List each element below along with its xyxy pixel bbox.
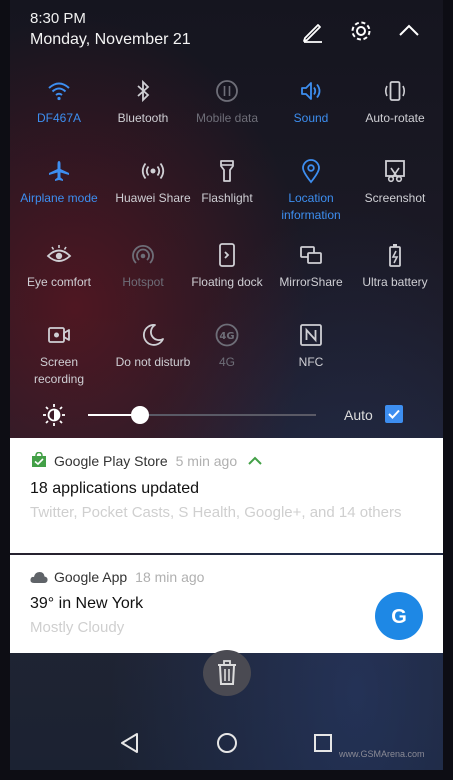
screenshot-icon	[385, 160, 405, 183]
notification-shade: 8:30 PM Monday, November 21 DF467A Bluet…	[10, 0, 443, 770]
brightness-slider[interactable]	[88, 406, 316, 424]
location-icon	[302, 159, 320, 184]
home-icon[interactable]	[216, 732, 238, 754]
auto-brightness-checkbox[interactable]	[385, 405, 403, 423]
eye-icon	[46, 245, 72, 262]
mobile-data-icon	[216, 80, 238, 102]
notification-app-name: Google Play Store	[54, 453, 168, 469]
tile-label: Location information	[281, 191, 341, 222]
google-g-label: G	[391, 606, 407, 628]
tile-label: Hotspot	[122, 275, 164, 289]
back-icon[interactable]	[119, 732, 141, 754]
tile-label: Bluetooth	[117, 111, 169, 125]
expand-up-icon[interactable]	[247, 456, 263, 466]
auto-brightness-label: Auto	[344, 407, 373, 423]
hotspot-icon	[132, 244, 154, 264]
tile-wifi[interactable]: DF467A	[14, 78, 104, 127]
tile-location[interactable]: Location information	[266, 158, 356, 224]
tile-label: Floating dock	[191, 275, 263, 289]
brightness-icon	[43, 404, 65, 426]
settings-icon[interactable]	[348, 18, 374, 44]
moon-icon	[143, 324, 164, 346]
tile-auto-rotate[interactable]: Auto-rotate	[350, 78, 440, 127]
tile-label: 4G	[218, 355, 235, 369]
cloud-icon	[30, 572, 48, 583]
tile-label: Ultra battery	[362, 275, 428, 289]
play-store-icon	[32, 451, 46, 467]
huawei-share-icon	[141, 162, 165, 180]
notification-google-app[interactable]: Google App 18 min ago 39° in New York Mos…	[10, 555, 443, 653]
svg-text:4G: 4G	[219, 331, 234, 342]
date: Monday, November 21	[30, 31, 191, 48]
recents-icon[interactable]	[313, 733, 333, 753]
nfc-icon	[300, 324, 322, 346]
notification-text: Mostly Cloudy	[30, 619, 125, 636]
tile-floating-dock[interactable]: Floating dock	[182, 242, 272, 291]
tile-nfc[interactable]: NFC	[266, 322, 356, 371]
notification-title: 18 applications updated	[30, 480, 200, 497]
battery-icon	[389, 244, 401, 267]
tile-airplane-mode[interactable]: Airplane mode	[14, 158, 104, 207]
clock: 8:30 PM	[30, 10, 86, 27]
tile-bluetooth[interactable]: Bluetooth	[98, 78, 188, 127]
tile-flashlight[interactable]: Flashlight	[182, 158, 272, 207]
4g-icon: 4G	[215, 323, 239, 347]
notification-text: Twitter, Pocket Casts, S Health, Google+…	[30, 504, 402, 521]
floating-dock-icon	[219, 243, 235, 267]
tile-label: DF467A	[36, 111, 82, 125]
notification-play-store[interactable]: Google Play Store 5 min ago 18 applicatio…	[10, 438, 443, 553]
google-g-icon: G	[391, 606, 407, 628]
tile-label: Airplane mode	[20, 191, 98, 205]
notification-title: 39° in New York	[30, 595, 144, 612]
tile-label: Auto-rotate	[365, 111, 425, 125]
check-icon	[388, 409, 400, 419]
screen-recording-icon	[48, 327, 70, 343]
tile-screen-recording[interactable]: Screen recording	[14, 322, 104, 388]
notification-header: Google Play Store 5 min ago	[30, 451, 263, 469]
flashlight-icon	[220, 160, 234, 182]
tile-mirrorshare[interactable]: MirrorShare	[266, 242, 356, 291]
sound-icon	[301, 82, 321, 100]
tile-label: Eye comfort	[26, 275, 92, 289]
tile-4g[interactable]: 4G 4G	[182, 322, 272, 371]
tile-label: Mobile data	[195, 111, 259, 125]
collapse-icon[interactable]	[396, 18, 422, 44]
notification-time: 5 min ago	[175, 453, 238, 469]
tile-label: Sound	[293, 111, 329, 125]
brightness-row: Auto	[10, 395, 443, 435]
clear-all-button[interactable]	[203, 650, 251, 696]
airplane-icon	[49, 161, 69, 181]
watermark: www.GSMArena.com	[339, 749, 425, 759]
tile-eye-comfort[interactable]: Eye comfort	[14, 242, 104, 291]
bluetooth-icon	[137, 79, 150, 103]
tile-label: Screen recording	[33, 355, 85, 386]
google-search-button[interactable]: G	[375, 592, 423, 640]
brightness-knob[interactable]	[131, 406, 150, 424]
notification-app-name: Google App	[54, 569, 128, 585]
status-header: 8:30 PM Monday, November 21	[30, 10, 191, 49]
notification-header: Google App 18 min ago	[30, 569, 204, 585]
wifi-icon	[48, 82, 70, 101]
trash-icon	[218, 660, 236, 685]
navigation-bar	[10, 705, 443, 770]
tile-screenshot[interactable]: Screenshot	[350, 158, 440, 207]
tile-label: Screenshot	[364, 191, 426, 205]
notification-time: 18 min ago	[135, 569, 205, 585]
auto-rotate-icon	[384, 81, 406, 101]
tile-label: MirrorShare	[279, 275, 343, 289]
mirrorshare-icon	[300, 246, 322, 264]
tile-ultra-battery[interactable]: Ultra battery	[350, 242, 440, 291]
tile-hotspot[interactable]: Hotspot	[98, 242, 188, 291]
tile-label: Flashlight	[201, 191, 253, 205]
edit-icon[interactable]	[300, 18, 326, 44]
tile-mobile-data[interactable]: Mobile data	[182, 78, 272, 127]
tile-label: NFC	[298, 355, 324, 369]
tile-sound[interactable]: Sound	[266, 78, 356, 127]
